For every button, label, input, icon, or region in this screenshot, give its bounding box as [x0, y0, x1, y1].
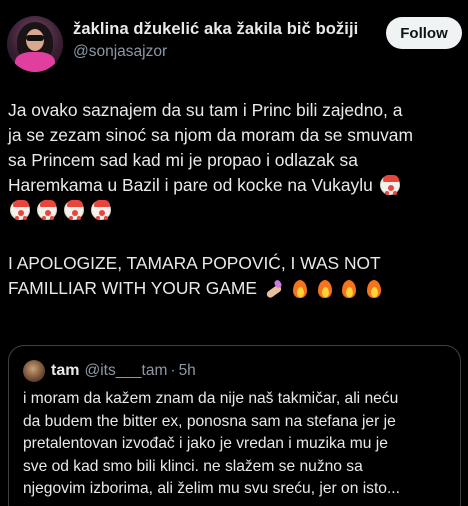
clown-face-emoji: [90, 200, 111, 220]
avatar-sunglasses: [26, 35, 44, 41]
quoted-author-avatar: [23, 360, 45, 382]
follow-button[interactable]: Follow: [386, 17, 462, 49]
tweet-body: Ja ovako saznajem da su tam i Princ bili…: [8, 98, 464, 301]
author-avatar[interactable]: [7, 16, 63, 72]
fire-emoji: [365, 278, 383, 298]
avatar-outfit: [15, 52, 55, 72]
separator-dot: ·: [170, 362, 176, 379]
quoted-timestamp: 5h: [178, 362, 196, 379]
fire-emoji: [340, 278, 358, 298]
quoted-line: da budem the bitter ex, ponosna sam na s…: [23, 412, 396, 430]
quoted-author-handle: @its___tam: [84, 362, 168, 379]
tweet-line: ja se zezam sinoć sa njom da moram da se…: [8, 125, 413, 145]
clown-face-emoji: [10, 200, 30, 220]
quoted-line: njegovim izborima, ali želim mu svu sreć…: [23, 480, 400, 498]
clown-face-emoji: [63, 200, 84, 220]
clown-face-emoji: [36, 200, 57, 220]
tweet-header: žaklina džukelić aka žakila bič božiji @…: [0, 0, 468, 86]
tweet-caps-line: I APOLOGIZE, TAMARA POPOVIĆ, I WAS NOT: [8, 253, 381, 273]
quoted-tweet-header: tam @its___tam · 5h: [23, 360, 196, 382]
quoted-line: pretalentovan izvođač i jako je vredan i…: [23, 435, 388, 453]
quoted-line: sve od kad smo bili klinci. ne slažem se…: [23, 457, 363, 475]
tweet-line: sa Princem sad kad mi je propao i odlaza…: [8, 150, 358, 170]
tweet-line: Ja ovako saznajem da su tam i Princ bili…: [8, 100, 403, 120]
quoted-tweet[interactable]: tam @its___tam · 5h i moram da kažem zna…: [8, 345, 461, 506]
author-handle[interactable]: @sonjasajzor: [73, 43, 373, 61]
author-display-name[interactable]: žaklina džukelić aka žakila bič božiji: [73, 20, 373, 39]
nail-polish-emoji: [264, 278, 284, 298]
quoted-author-name: tam: [51, 362, 80, 379]
clown-face-emoji: [379, 175, 400, 195]
tweet-line: Haremkama u Bazil i pare od kocke na Vuk…: [8, 173, 464, 198]
quoted-tweet-body: i moram da kažem znam da nije naš takmič…: [23, 388, 455, 501]
author-names: žaklina džukelić aka žakila bič božiji @…: [73, 20, 373, 61]
fire-emoji: [316, 278, 334, 298]
fire-emoji: [291, 278, 309, 298]
emoji-row: [8, 198, 464, 223]
quoted-line: i moram da kažem znam da nije naš takmič…: [23, 390, 399, 407]
tweet-caps-line: FAMILLIAR WITH YOUR GAME: [8, 276, 464, 301]
